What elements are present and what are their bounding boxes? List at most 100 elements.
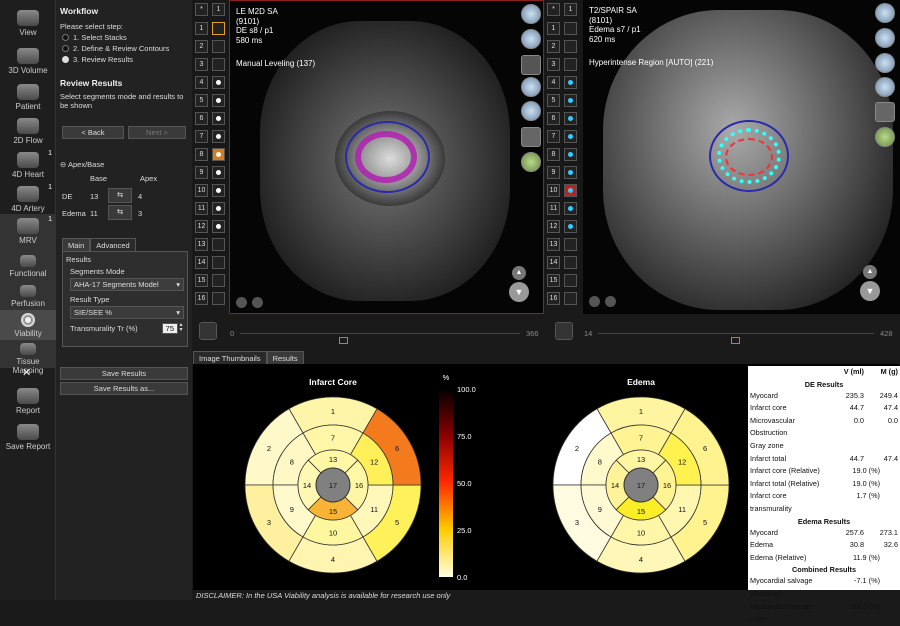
- slice-cell[interactable]: [564, 40, 577, 53]
- visibility-icon[interactable]: [564, 130, 577, 143]
- slice-number[interactable]: 16: [195, 292, 208, 305]
- back-button[interactable]: < Back: [62, 126, 124, 139]
- slice-cell[interactable]: [212, 256, 225, 269]
- slice-number[interactable]: 14: [547, 256, 560, 269]
- tab-main[interactable]: Main: [62, 238, 91, 252]
- visibility-icon[interactable]: [564, 112, 577, 125]
- slice-number[interactable]: 14: [195, 256, 208, 269]
- prev-icon[interactable]: [589, 296, 600, 307]
- swap-button[interactable]: ⇆: [108, 188, 132, 203]
- slice-cell[interactable]: [564, 256, 577, 269]
- visibility-icon[interactable]: [564, 220, 577, 233]
- scroll-up-icon[interactable]: ▲: [512, 266, 526, 280]
- slice-number[interactable]: 7: [195, 130, 208, 143]
- slice-number[interactable]: 11: [195, 202, 208, 215]
- apex-base-toggle[interactable]: ⊖ Apex/Base: [60, 160, 104, 169]
- tool-icon[interactable]: [875, 127, 895, 147]
- visibility-icon[interactable]: [564, 94, 577, 107]
- strip-header-cell[interactable]: 1: [564, 3, 577, 16]
- nav-mrv[interactable]: MRV 1: [0, 214, 56, 252]
- tab-results[interactable]: Results: [266, 351, 304, 365]
- slice-number[interactable]: 4: [195, 76, 208, 89]
- visibility-icon[interactable]: [212, 202, 225, 215]
- prev-icon[interactable]: [236, 297, 247, 308]
- pan-icon[interactable]: [875, 102, 895, 122]
- nav-view[interactable]: View: [0, 6, 56, 44]
- slice-number[interactable]: 8: [195, 148, 208, 161]
- next-icon[interactable]: [252, 297, 263, 308]
- visibility-icon[interactable]: [212, 112, 225, 125]
- tool-icon[interactable]: [521, 29, 541, 49]
- slice-number[interactable]: 15: [195, 274, 208, 287]
- strip-header-cell[interactable]: *: [195, 3, 208, 16]
- visibility-icon[interactable]: [564, 166, 577, 179]
- slice-number[interactable]: 12: [195, 220, 208, 233]
- strip-header-cell[interactable]: 1: [212, 3, 225, 16]
- close-icon[interactable]: ✕: [22, 366, 31, 379]
- slice-cell[interactable]: [564, 238, 577, 251]
- visibility-icon[interactable]: [212, 76, 225, 89]
- pan-icon[interactable]: [521, 127, 541, 147]
- slice-cell[interactable]: [212, 238, 225, 251]
- viewer-de[interactable]: LE M2D SA (9101) DE s8 / p1 580 ms Manua…: [229, 0, 544, 314]
- visibility-icon[interactable]: [212, 166, 225, 179]
- slider-handle-icon[interactable]: [731, 337, 740, 344]
- slider-handle-icon[interactable]: [339, 337, 348, 344]
- slice-number[interactable]: 1: [547, 22, 560, 35]
- step-2[interactable]: 2. Define & Review Contours: [62, 44, 188, 53]
- slice-number[interactable]: 3: [547, 58, 560, 71]
- time-slider-left[interactable]: [240, 333, 520, 334]
- step-1[interactable]: 1. Select Stacks: [62, 33, 188, 42]
- tool-icon[interactable]: [875, 77, 895, 97]
- slice-number[interactable]: 16: [547, 292, 560, 305]
- slice-cell[interactable]: [564, 22, 577, 35]
- slice-number[interactable]: 11: [547, 202, 560, 215]
- tab-image-thumbnails[interactable]: Image Thumbnails: [193, 351, 267, 365]
- slice-cell[interactable]: [212, 274, 225, 287]
- transmurality-input[interactable]: 75: [161, 323, 178, 334]
- segments-mode-select[interactable]: AHA-17 Segments Model ▾: [70, 278, 184, 291]
- slice-number[interactable]: 6: [195, 112, 208, 125]
- save-results-as-button[interactable]: Save Results as...: [60, 382, 188, 395]
- nav-viability[interactable]: Viability: [0, 310, 56, 340]
- nav-functional[interactable]: Functional: [0, 252, 56, 282]
- slice-number[interactable]: 9: [547, 166, 560, 179]
- slice-cell[interactable]: [212, 292, 225, 305]
- camera-icon[interactable]: [521, 55, 541, 75]
- tab-advanced[interactable]: Advanced: [90, 238, 136, 252]
- slice-cell[interactable]: [564, 58, 577, 71]
- save-results-button[interactable]: Save Results: [60, 367, 188, 380]
- visibility-icon[interactable]: [212, 220, 225, 233]
- visibility-icon[interactable]: [564, 184, 577, 197]
- step-radio[interactable]: [62, 56, 69, 63]
- nav-4d-heart[interactable]: 4D Heart 1: [0, 148, 56, 186]
- slice-number[interactable]: 10: [195, 184, 208, 197]
- time-slider-right[interactable]: [598, 333, 874, 334]
- tool-icon[interactable]: [521, 77, 541, 97]
- nav-patient[interactable]: Patient: [0, 80, 56, 118]
- nav-save-report[interactable]: Save Report: [0, 420, 56, 458]
- slice-cell[interactable]: [564, 292, 577, 305]
- slice-cell[interactable]: [212, 58, 225, 71]
- slice-number[interactable]: 12: [547, 220, 560, 233]
- slice-cell[interactable]: [212, 22, 225, 35]
- swap-button[interactable]: ⇆: [108, 205, 132, 220]
- slice-number[interactable]: 5: [547, 94, 560, 107]
- nav-report[interactable]: Report: [0, 384, 56, 422]
- visibility-icon[interactable]: [212, 130, 225, 143]
- scroll-down-icon[interactable]: ▼: [509, 282, 529, 302]
- step-radio[interactable]: [62, 34, 69, 41]
- slice-number[interactable]: 15: [547, 274, 560, 287]
- step-radio[interactable]: [62, 45, 69, 52]
- slice-number[interactable]: 7: [547, 130, 560, 143]
- next-button[interactable]: Next >: [128, 126, 186, 139]
- step-3[interactable]: 3. Review Results: [62, 55, 188, 64]
- nav-tissue-mapping[interactable]: Tissue Mapping: [0, 340, 56, 375]
- visibility-icon[interactable]: [564, 202, 577, 215]
- visibility-icon[interactable]: [564, 148, 577, 161]
- visibility-icon[interactable]: [212, 148, 225, 161]
- slice-cell[interactable]: [212, 40, 225, 53]
- nav-2d-flow[interactable]: 2D Flow: [0, 114, 56, 152]
- slice-number[interactable]: 10: [547, 184, 560, 197]
- slice-number[interactable]: 2: [195, 40, 208, 53]
